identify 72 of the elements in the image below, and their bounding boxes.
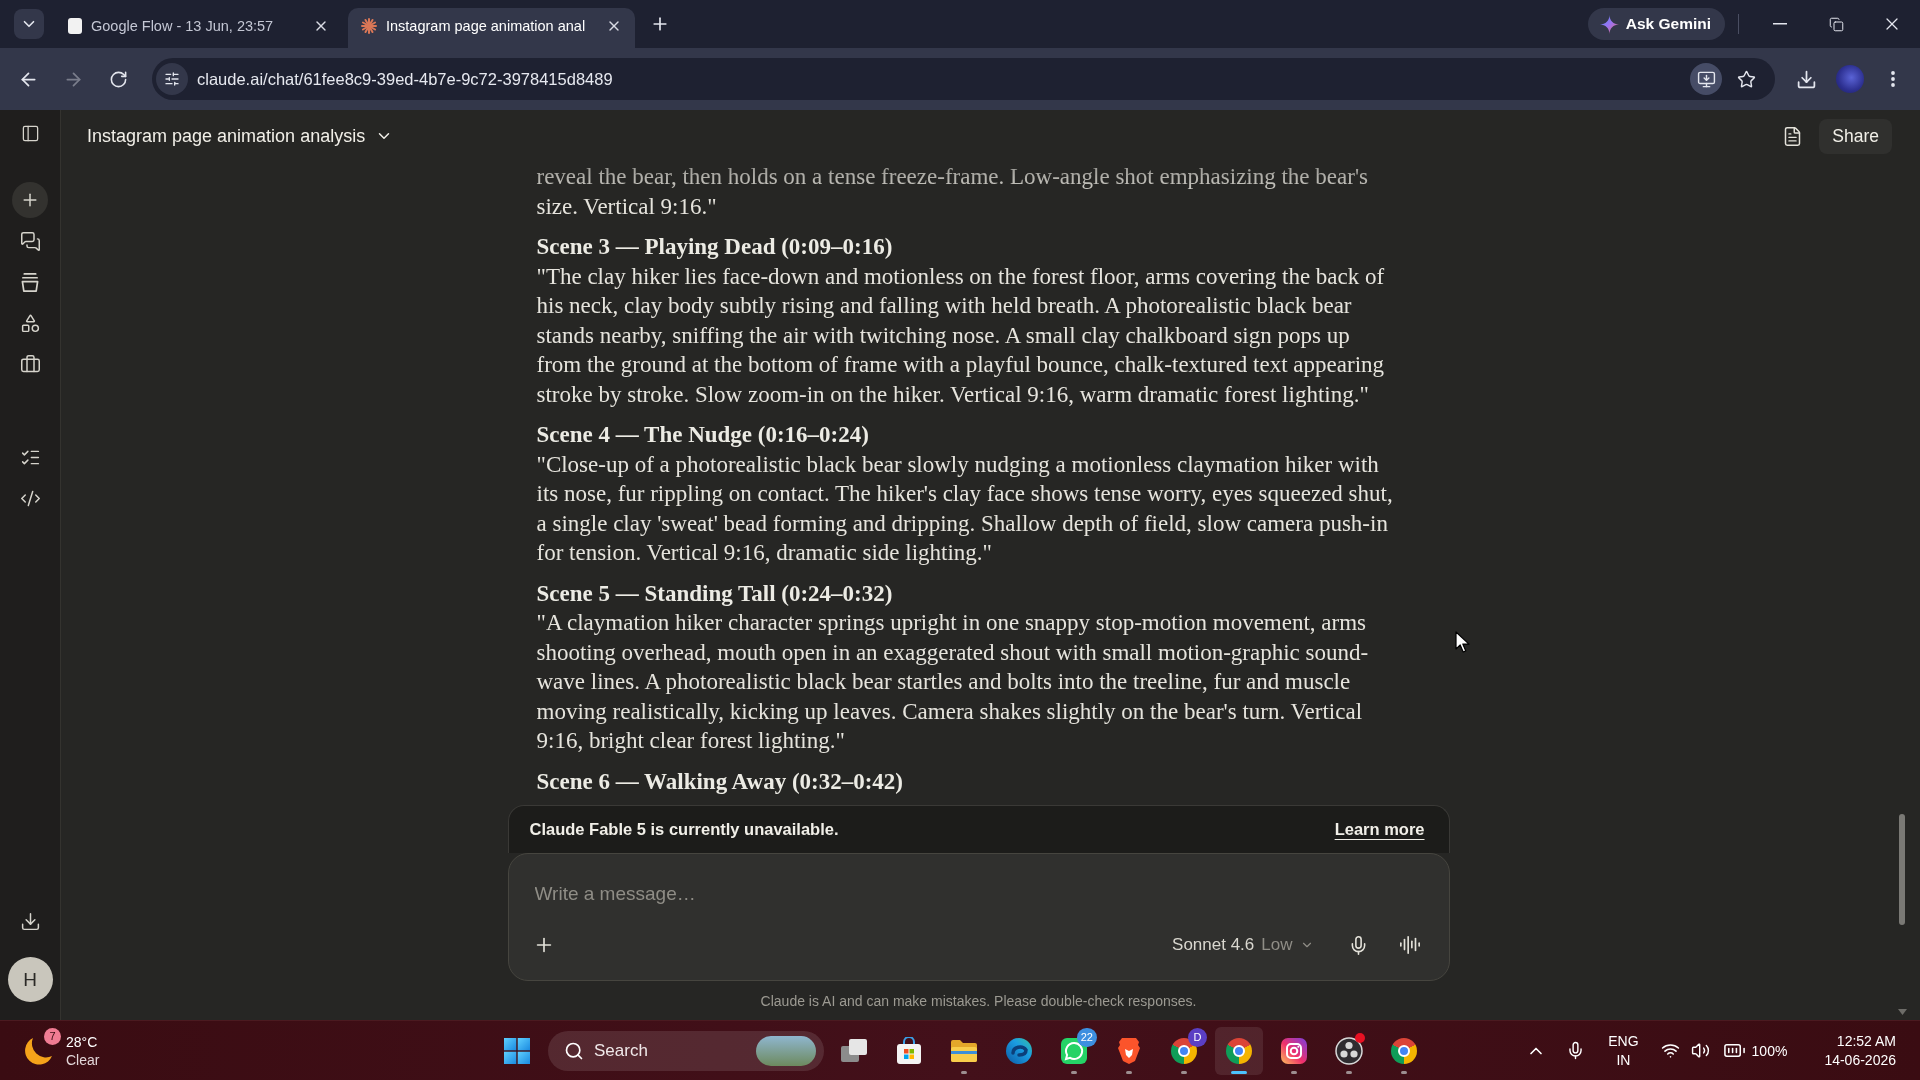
monitor-download-icon [1696, 69, 1716, 89]
browser-logo-icon [1391, 1037, 1417, 1064]
restore-icon [1828, 16, 1844, 32]
store-bag-icon [896, 1036, 922, 1065]
circles-logo-icon [1335, 1036, 1363, 1065]
panel-icon [20, 123, 40, 143]
shield-icon [1116, 1036, 1142, 1065]
scene-prompt-text: "A claymation hiker character springs upright in one snappy stop-motion movement, arms shooting overhead, mouth open in an exaggerated shout with small motion-graphic sound-wave lines. A photorealistic black bear startles and bolts into the treeline, fur and muscle moving realistically, kicking up leaves. Camera shakes slightly on the bear's turn. Vertical 9:16, bright clear forest lighting." [536, 609, 1370, 755]
mouse-pointer-icon [1455, 631, 1470, 653]
star-icon [1736, 69, 1756, 89]
scene-heading: Scene 4 — The Nudge (0:16–0:24) [536, 421, 870, 449]
folder-icon [950, 1038, 978, 1063]
taskbar-app-button[interactable] [1215, 1026, 1263, 1075]
install-app-button[interactable] [1690, 63, 1722, 95]
disclaimer-text: Claude is AI and can make mistakes. Please double-check responses. [759, 991, 1198, 1011]
stack-icon [21, 272, 39, 292]
scene-heading: Scene 5 — Standing Tall (0:24–0:32) [536, 579, 894, 608]
speaker-icon[interactable] [1690, 1041, 1710, 1060]
task-view-icon [840, 1037, 868, 1064]
starburst-icon [361, 17, 377, 34]
address-bar[interactable]: claude.ai/chat/61fee8c9-39ed-4b7e-9c72-3978415d8489 [152, 58, 1775, 100]
four-squares-icon [504, 1037, 530, 1064]
region-text[interactable]: IN [1616, 1050, 1631, 1070]
browser-tab[interactable]: Instagram page animation anal [348, 8, 635, 48]
site-info-button[interactable] [156, 63, 188, 95]
ask-assistant-button[interactable]: Ask Gemini [1587, 8, 1725, 40]
tab-list-button[interactable] [14, 9, 44, 39]
user-avatar[interactable]: H [7, 957, 53, 1002]
date-text[interactable]: 14-06-2026 [1824, 1050, 1896, 1070]
wifi-icon[interactable] [1660, 1041, 1680, 1060]
share-button[interactable]: Share [1819, 118, 1892, 154]
scene-prompt-text: "The clay hiker lies face-down and motionless on the forest floor, arms covering the back of his neck, clay body subtly rising and falling with held breath. A photorealistic black bear stands nearby, sniffing the air with twitching nose. A small clay chalkboard sign pops up from the ground at the bottom of frame with a playful bounce, chalk-textured text appearing stroke by stroke. Slow zoom-in on the hiker. Vertical 9:16, warm dramatic forest lighting." [536, 262, 1386, 409]
taskbar-app-button[interactable]: D [1160, 1026, 1208, 1075]
scene-prompt-text: reveal the bear, then holds on a tense freeze-frame. Low-angle shot emphasizing the bear's size. Vertical 9:16." [536, 163, 1369, 221]
learn-more-link[interactable]: Learn more [1334, 820, 1425, 839]
message-input-field[interactable]: Write a message… [526, 880, 1427, 908]
scroll-down-arrow-icon[interactable] [1898, 1009, 1907, 1015]
scrollbar-thumb[interactable] [1899, 814, 1905, 925]
time-text[interactable]: 12:52 AM [1836, 1031, 1896, 1051]
notification-badge: D [1188, 1027, 1207, 1047]
notice-text: Claude Fable 5 is currently unavailable. [529, 820, 839, 839]
taskbar-search-field[interactable]: Search [548, 1030, 824, 1071]
briefcase-icon [19, 353, 41, 375]
weather-condition-text: Clear [66, 1050, 100, 1069]
notification-badge: 7 [44, 1027, 61, 1045]
waveform-icon [1398, 934, 1421, 956]
kebab-menu-icon [1891, 71, 1895, 87]
temperature-text: 28°C [66, 1032, 99, 1051]
page-icon [68, 17, 82, 34]
search-icon [564, 1040, 584, 1061]
scene-heading: Scene 6 — Walking Away (0:32–0:42) [536, 767, 905, 796]
language-text[interactable]: ENG [1608, 1031, 1639, 1051]
shapes-icon [19, 312, 41, 334]
battery-percent-text: 100% [1751, 1042, 1788, 1059]
browser-tab[interactable]: Google Flow - 13 Jun, 23:57 [55, 8, 342, 48]
image-placeholder [756, 1035, 816, 1066]
camera-icon [1280, 1036, 1308, 1065]
sparkle-icon [1599, 14, 1619, 34]
swirl-icon [1005, 1036, 1033, 1065]
browser-logo-icon [1226, 1037, 1252, 1064]
scene-prompt-text: "Close-up of a photorealistic black bear slowly nudging a motionless claymation hiker with its nose, fur rippling on contact. The hiker's clay face shows tense worry, eyes squeezed shut, a single clay 'sweat' bead forming and dripping. Shallow depth of field, slow camera push-in for tension. Vertical 9:16, dramatic side lighting." [536, 450, 1394, 567]
download-icon [1795, 68, 1817, 90]
download-icon [19, 910, 41, 932]
model-selector-button[interactable]: Sonnet 4.6 Low [1166, 931, 1320, 959]
new-chat-button[interactable] [12, 182, 48, 218]
chat-bubbles-icon [19, 230, 41, 252]
sliders-icon [164, 71, 180, 87]
reload-icon [108, 69, 128, 89]
chat-title-button[interactable]: Instagram page animation analysis [83, 121, 398, 151]
scene-heading: Scene 3 — Playing Dead (0:09–0:16) [536, 233, 894, 261]
minimize-icon [1773, 23, 1787, 25]
notification-badge: 22 [1076, 1027, 1097, 1047]
